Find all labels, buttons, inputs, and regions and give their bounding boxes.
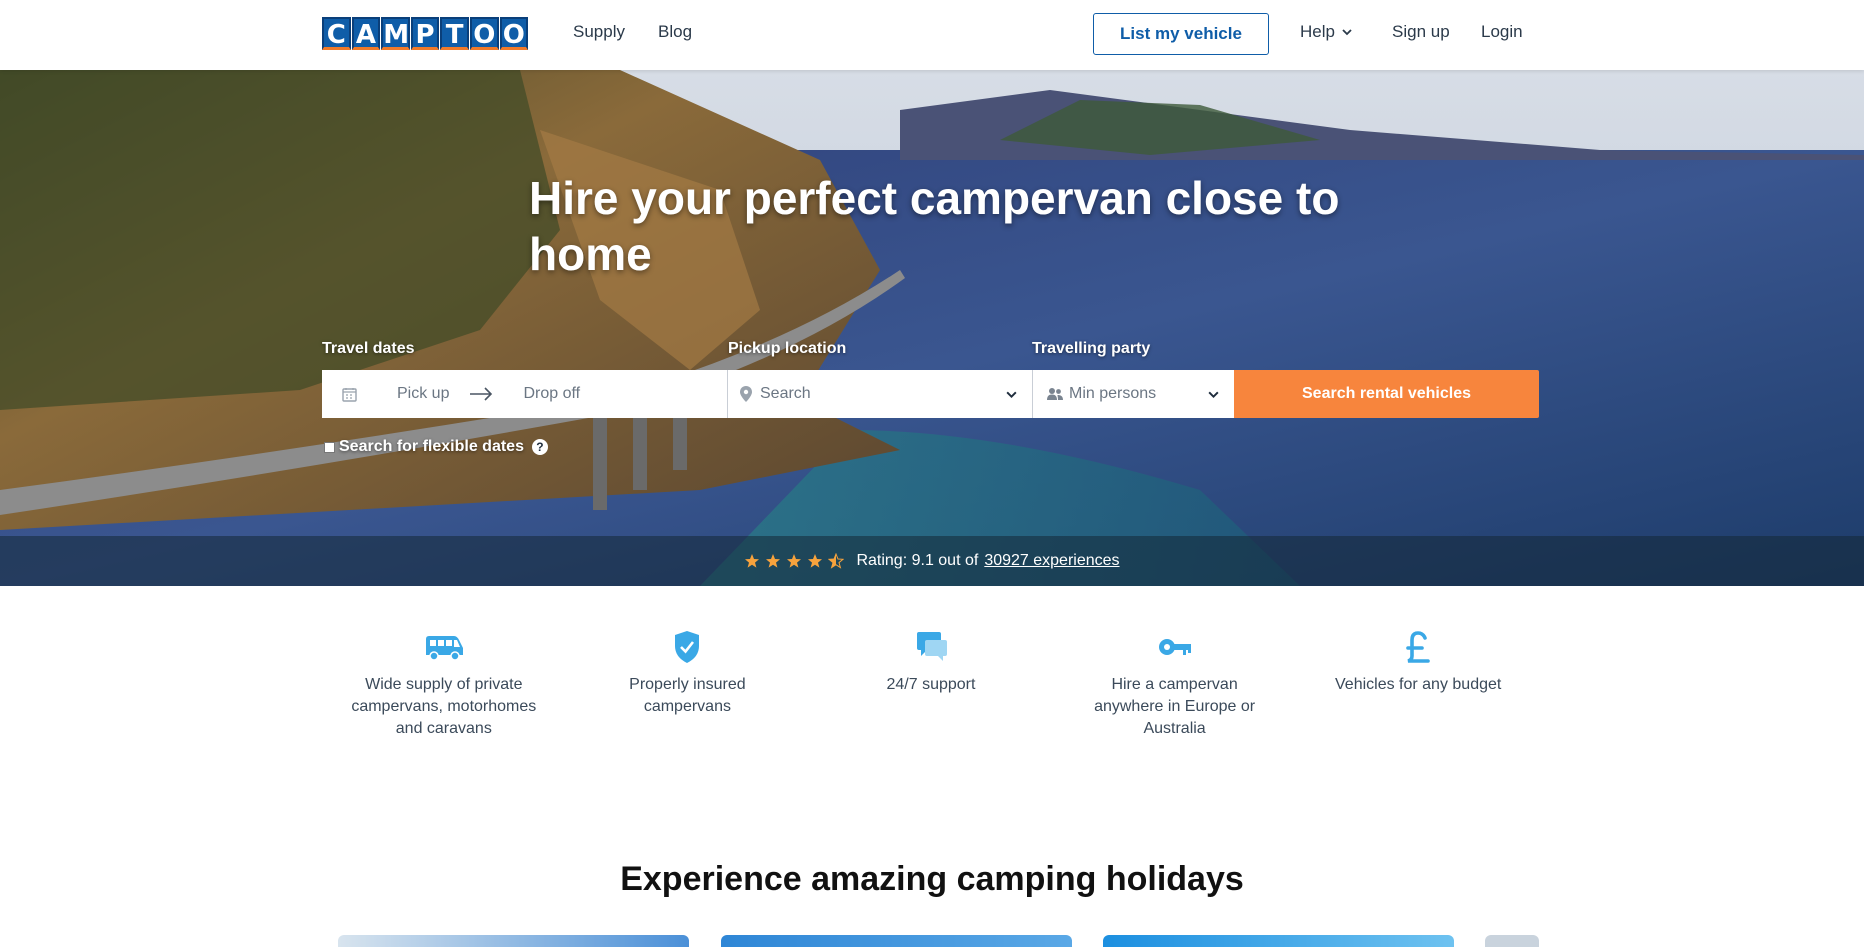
star-half-icon (828, 553, 845, 569)
experience-card[interactable] (1103, 935, 1454, 947)
experience-card[interactable] (1485, 935, 1539, 947)
hero-section: Hire your perfect campervan close to hom… (0, 70, 1864, 586)
star-icon (787, 554, 802, 568)
section-title: Experience amazing camping holidays (620, 860, 1244, 898)
signup-link[interactable]: Sign up (1392, 22, 1450, 42)
usp-text: Properly insured campervans (629, 676, 746, 715)
usp-item: 24/7 support (809, 630, 1053, 740)
key-icon (1158, 639, 1191, 655)
usp-list: Wide supply of private campervans, motor… (322, 630, 1540, 740)
travel-dates-field[interactable]: Pick up Drop off (322, 370, 728, 418)
star-icon (745, 554, 760, 568)
travel-dates-label: Travel dates (322, 340, 415, 357)
pickup-location-label: Pickup location (728, 340, 847, 357)
chevron-down-icon (1006, 391, 1017, 398)
search-form: Pick up Drop off Search Min persons Sear… (322, 370, 1539, 418)
chevron-down-icon (1342, 29, 1352, 36)
van-icon (425, 636, 463, 661)
usp-text: Hire a campervan anywhere in Europe or A… (1094, 676, 1256, 737)
list-my-vehicle-button[interactable]: List my vehicle (1093, 13, 1269, 55)
top-navbar: CAMPTOO Supply Blog List my vehicle Help… (0, 0, 1864, 70)
usp-item: Properly insured campervans (566, 630, 810, 740)
rating-stars (744, 553, 845, 569)
help-question-icon[interactable]: ? (531, 439, 548, 455)
experience-card[interactable] (338, 935, 689, 947)
min-persons-input[interactable]: Min persons (1069, 385, 1156, 403)
pound-icon (1406, 631, 1430, 663)
rating-text: Rating: 9.1 out of (856, 552, 979, 569)
pickup-location-select[interactable]: Search (728, 370, 1033, 418)
hero-title: Hire your perfect campervan close to hom… (529, 172, 1340, 280)
arrow-right-icon (470, 387, 493, 401)
rating-bar: Rating: 9.1 out of 30927 experiences (0, 536, 1864, 586)
persons-icon (1047, 388, 1063, 400)
usp-item: Wide supply of private campervans, motor… (322, 630, 566, 740)
flexible-dates-label[interactable]: Search for flexible dates (339, 438, 524, 456)
location-pin-icon (740, 386, 752, 402)
usp-text: 24/7 support (886, 676, 976, 693)
usp-item: Hire a campervan anywhere in Europe or A… (1053, 630, 1297, 740)
camptoo-logo[interactable]: CAMPTOO (322, 17, 529, 50)
shield-check-icon (675, 631, 700, 663)
travelling-party-select[interactable]: Min persons (1033, 370, 1234, 418)
rating-experiences-link[interactable]: 30927 experiences (984, 552, 1119, 570)
hero-background-image (0, 70, 1864, 586)
star-icon (808, 554, 823, 568)
nav-supply-link[interactable]: Supply (573, 22, 625, 42)
usp-text: Vehicles for any budget (1335, 676, 1502, 693)
chevron-down-icon (1208, 391, 1219, 398)
chat-icon (916, 632, 947, 661)
experience-card[interactable] (721, 935, 1072, 947)
dropoff-date-input[interactable]: Drop off (523, 385, 580, 403)
help-label: Help (1300, 22, 1335, 41)
nav-blog-link[interactable]: Blog (658, 22, 692, 42)
location-search-input[interactable]: Search (760, 385, 811, 403)
star-icon (766, 554, 781, 568)
calendar-icon (342, 387, 357, 402)
flexible-dates-option[interactable]: Search for flexible dates ? (324, 438, 548, 456)
pickup-date-input[interactable]: Pick up (397, 385, 449, 403)
travelling-party-label: Travelling party (1032, 340, 1151, 357)
search-rental-vehicles-button[interactable]: Search rental vehicles (1234, 370, 1539, 418)
usp-item: Vehicles for any budget (1296, 630, 1540, 740)
flexible-dates-checkbox[interactable] (324, 441, 335, 453)
usp-text: Wide supply of private campervans, motor… (351, 676, 537, 737)
help-menu[interactable]: Help (1300, 22, 1353, 42)
login-link[interactable]: Login (1481, 22, 1523, 42)
